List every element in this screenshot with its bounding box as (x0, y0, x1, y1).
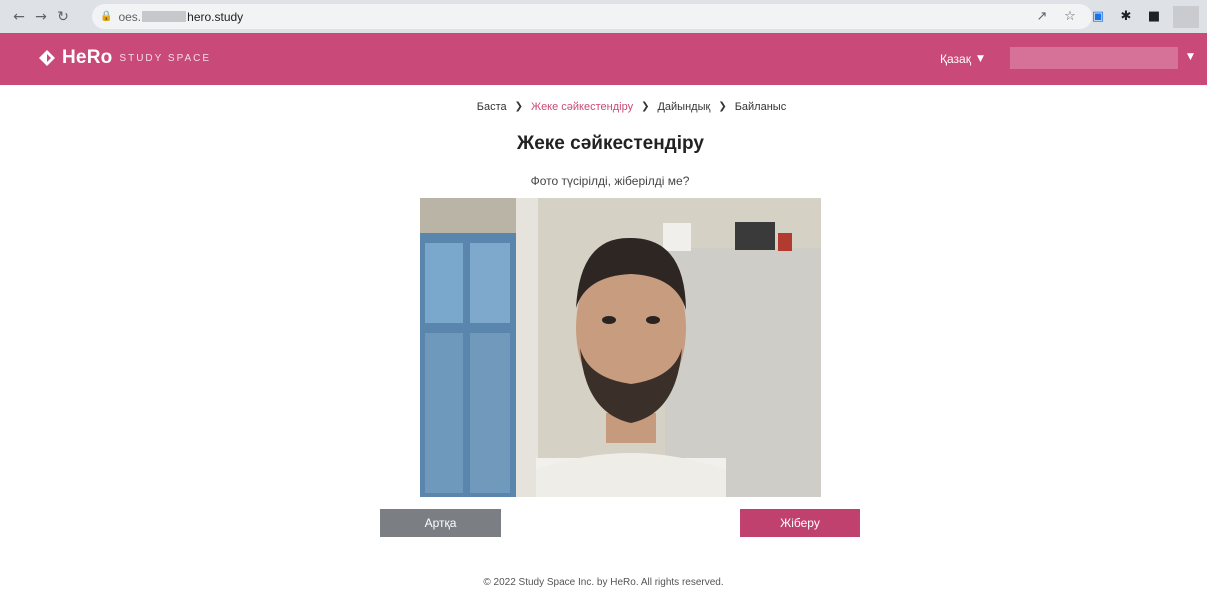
extension-icon[interactable]: ▣ (1089, 8, 1107, 26)
share-icon[interactable]: ↗ (1033, 8, 1051, 26)
puzzle-icon[interactable]: ✱ (1117, 8, 1135, 26)
lock-icon: 🔒 (100, 11, 113, 22)
url-host: oes. (118, 9, 142, 24)
captured-photo (420, 198, 821, 497)
back-button[interactable]: Артқа (380, 509, 501, 537)
user-menu-redacted[interactable] (1010, 47, 1178, 69)
chevron-right-icon: ❯ (718, 101, 727, 112)
forward-arrow-icon[interactable]: → (30, 6, 52, 28)
reload-icon[interactable]: ↻ (52, 6, 74, 28)
chevron-down-icon: ▼ (976, 54, 984, 64)
logo-mark-icon (39, 50, 55, 66)
footer-copyright: © 2022 Study Space Inc. by HeRo. All rig… (483, 577, 724, 588)
address-bar[interactable]: 🔒 oes. hero.study (92, 4, 1092, 29)
chevron-right-icon: ❯ (514, 101, 524, 112)
browser-toolbar: ← → ↻ 🔒 oes. hero.study ↗ ☆ ▣ ✱ ■ (0, 0, 1207, 33)
logo-subtitle: STUDY SPACE (119, 52, 212, 64)
profile-avatar[interactable] (1173, 5, 1199, 28)
breadcrumb-item-identification[interactable]: Жеке сәйкестендіру (531, 101, 633, 113)
breadcrumb-item-connection[interactable]: Байланыс (735, 101, 787, 113)
breadcrumb-item-preparation[interactable]: Дайындық (657, 101, 710, 113)
webcam-image (420, 198, 821, 497)
site-header: HeRo STUDY SPACE Қазақ ▼ ▼ (0, 33, 1207, 85)
sidepanel-icon[interactable]: ■ (1145, 8, 1163, 26)
page-subtitle: Фото түсірілді, жіберілді ме? (530, 173, 690, 188)
user-chevron-down-icon[interactable]: ▼ (1187, 52, 1194, 62)
logo-text: HeRo (62, 47, 113, 68)
url-domain: hero.study (187, 9, 244, 24)
logo[interactable]: HeRo STUDY SPACE (38, 47, 211, 69)
breadcrumb-item-home[interactable]: Баста (477, 101, 507, 113)
chevron-right-icon: ❯ (641, 101, 650, 112)
back-arrow-icon[interactable]: ← (8, 6, 30, 28)
language-selector[interactable]: Қазақ ▼ (940, 52, 984, 66)
breadcrumb: Баста ❯ Жеке сәйкестендіру ❯ Дайындық ❯ … (413, 93, 850, 120)
bookmark-star-icon[interactable]: ☆ (1061, 8, 1079, 26)
page-title: Жеке сәйкестендіру (517, 133, 704, 154)
send-button[interactable]: Жіберу (740, 509, 860, 537)
url-redacted (142, 11, 187, 22)
language-label: Қазақ (940, 52, 971, 66)
browser-actions: ↗ ☆ ▣ ✱ ■ (1033, 4, 1207, 29)
